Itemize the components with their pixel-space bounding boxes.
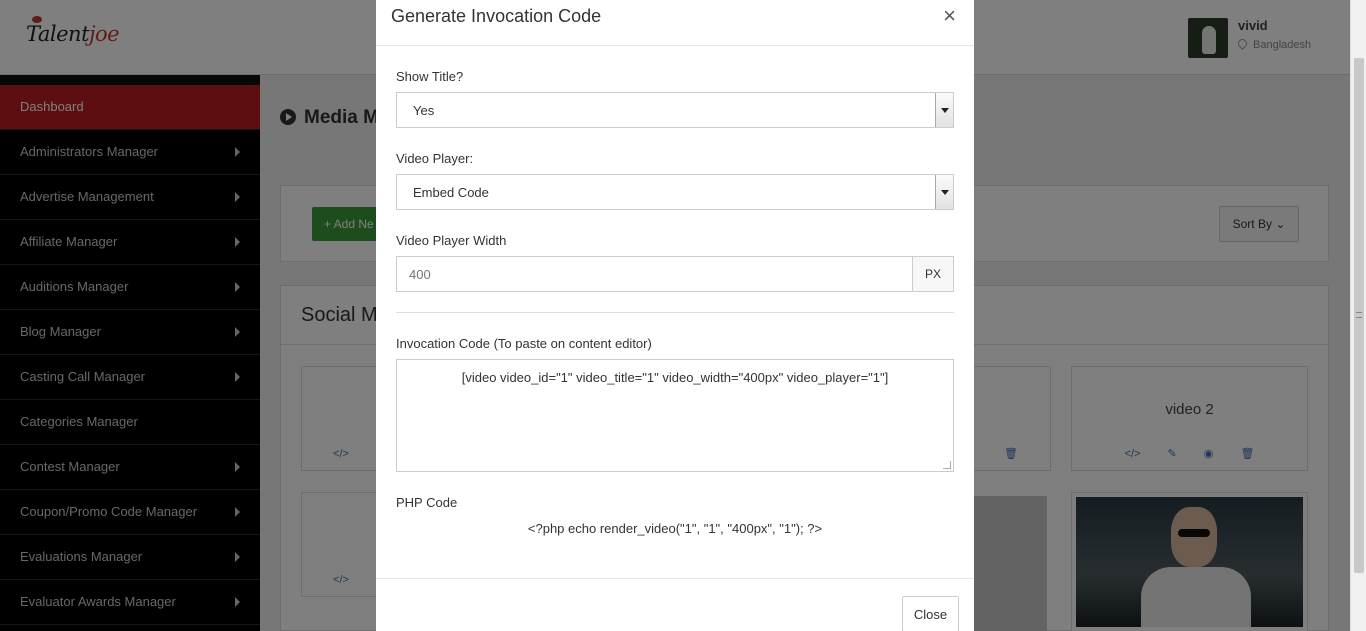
close-button[interactable]: Close	[902, 596, 959, 631]
php-code-text: <?php echo render_video("1", "1", "400px…	[527, 521, 823, 536]
close-icon[interactable]: ×	[943, 5, 956, 27]
video-width-input[interactable]	[396, 256, 913, 292]
modal-header: Generate Invocation Code ×	[376, 0, 974, 46]
divider	[396, 312, 954, 313]
video-player-select[interactable]: Embed Code	[396, 174, 954, 210]
invocation-code-text: [video video_id="1" video_title="1" vide…	[461, 370, 889, 385]
invocation-code-textarea[interactable]: [video video_id="1" video_title="1" vide…	[396, 359, 954, 472]
show-title-select[interactable]: Yes	[396, 92, 954, 128]
resize-handle-icon[interactable]	[943, 461, 951, 469]
modal-footer: Close	[376, 578, 974, 631]
php-code-label: PHP Code	[396, 495, 458, 510]
modal-title: Generate Invocation Code	[391, 6, 602, 26]
invocation-code-label: Invocation Code (To paste on content edi…	[396, 336, 652, 351]
invocation-code-modal: Generate Invocation Code × Show Title? Y…	[376, 0, 974, 631]
video-width-group: PX	[396, 256, 954, 292]
video-player-value: Embed Code	[413, 185, 489, 200]
video-width-label: Video Player Width	[396, 233, 507, 248]
page-scrollbar[interactable]	[1350, 0, 1366, 631]
video-player-label: Video Player:	[396, 151, 474, 166]
dropdown-arrow-icon[interactable]	[935, 175, 953, 209]
show-title-label: Show Title?	[396, 69, 464, 84]
show-title-value: Yes	[413, 103, 435, 118]
dropdown-arrow-icon[interactable]	[935, 93, 953, 127]
width-unit-addon: PX	[912, 256, 954, 292]
